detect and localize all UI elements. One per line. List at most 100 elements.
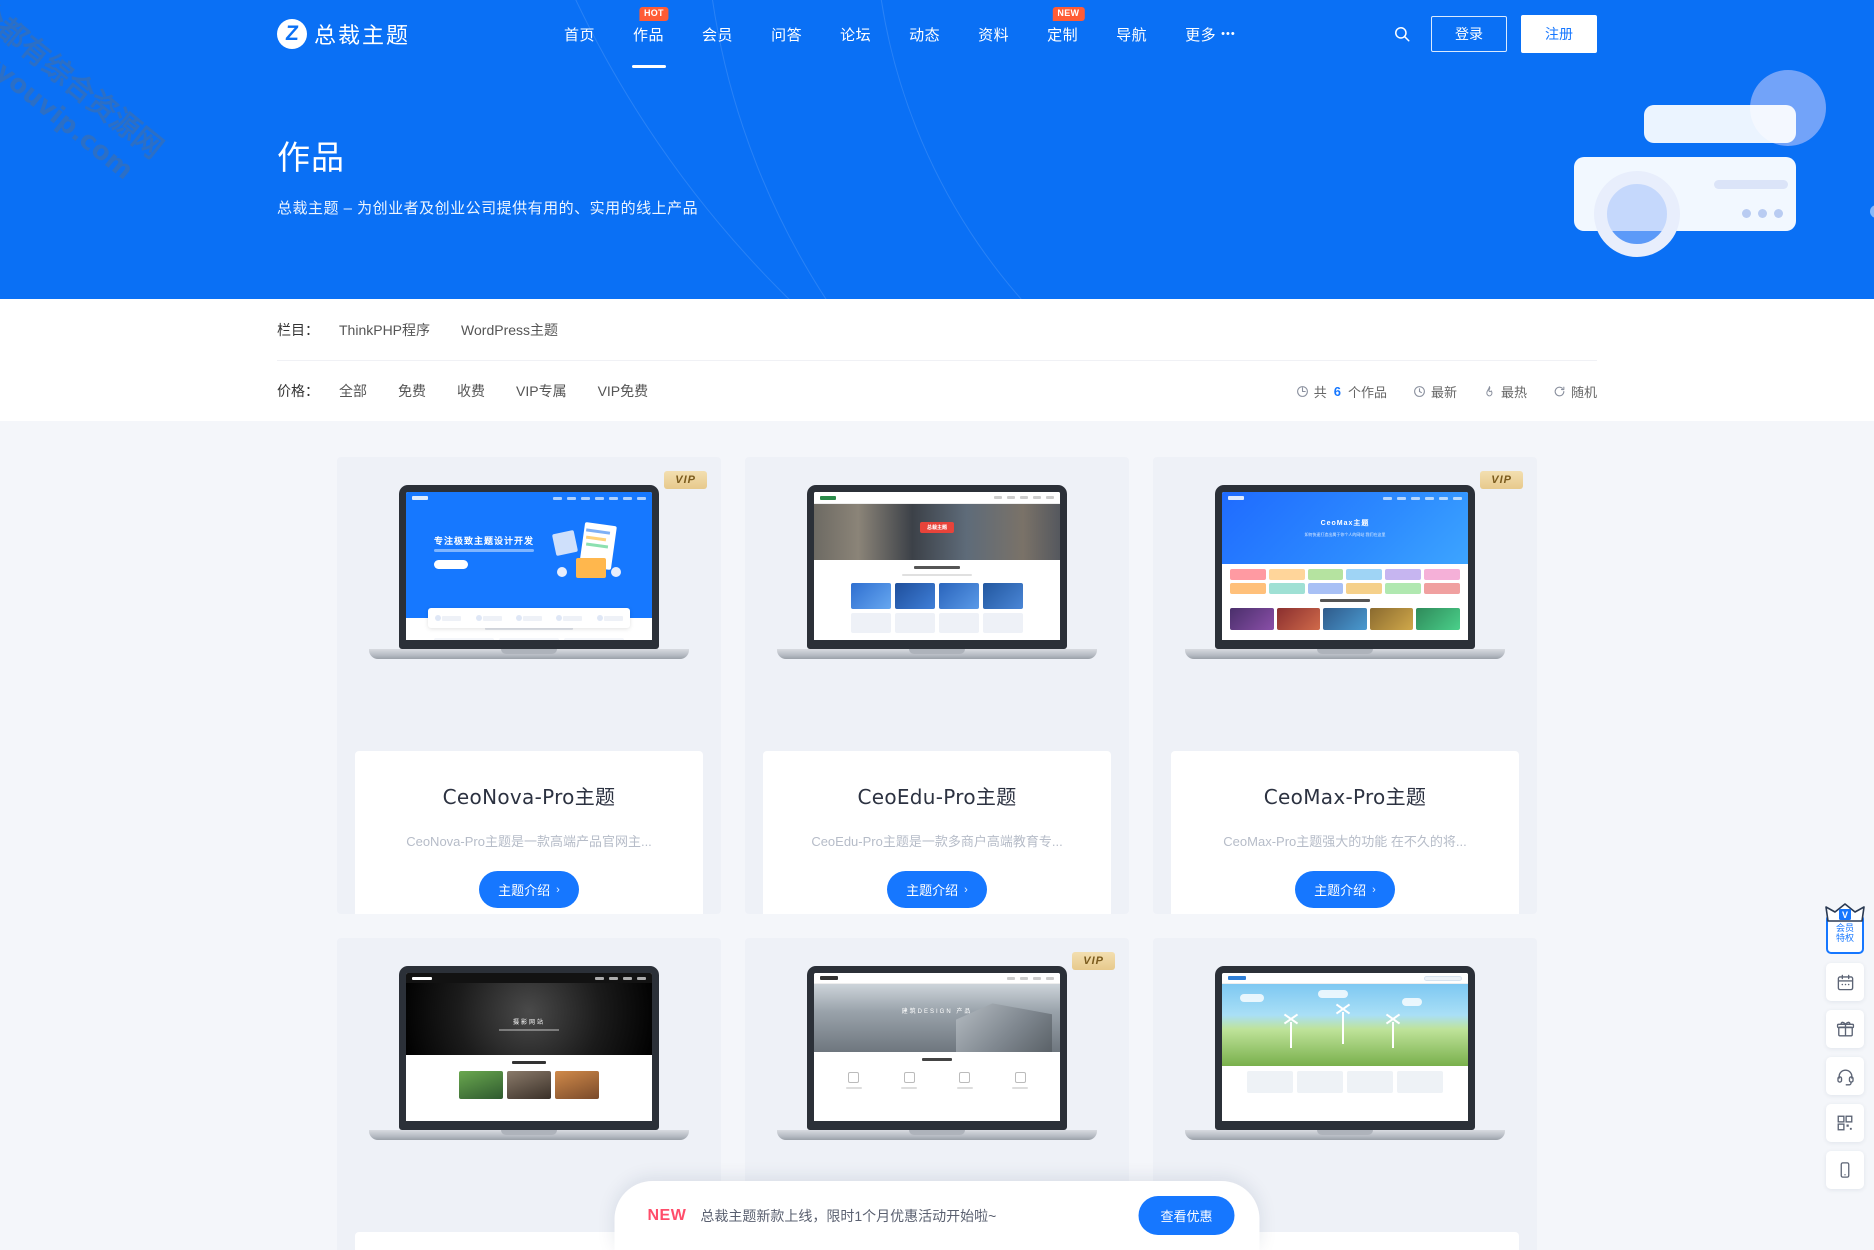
works-count: 共 6 个作品 — [1296, 382, 1387, 401]
nav-label: 首页 — [564, 26, 596, 44]
sidetool-mobile[interactable] — [1826, 1151, 1864, 1189]
filter-label-category: 栏目： — [277, 321, 319, 338]
card-title: CeoNova-Pro主题 — [442, 785, 616, 809]
register-button[interactable]: 注册 — [1521, 15, 1597, 53]
search-icon[interactable] — [1387, 19, 1417, 49]
filter-label-price: 价格： — [277, 383, 319, 399]
view-promo-button[interactable]: 查看优惠 — [1138, 1196, 1235, 1235]
card-description: CeoMax-Pro主题强大的功能 在不久的将... — [1223, 834, 1467, 849]
count-prefix: 共 — [1313, 384, 1327, 400]
preview-mockup: 摄影网站 — [355, 966, 703, 1159]
nav-item-qa[interactable]: 问答 — [752, 0, 821, 68]
nav-item-member[interactable]: 会员 — [683, 0, 752, 68]
page-subtitle: 总裁主题 – 为创业者及创业公司提供有用的、实用的线上产品 — [277, 200, 699, 217]
gift-icon — [1836, 1021, 1854, 1037]
sort-controls: 共 6 个作品 最新 最热 随机 — [1296, 382, 1597, 401]
refresh-icon — [1554, 386, 1565, 396]
sort-label: 随机 — [1570, 384, 1597, 400]
nav-item-forum[interactable]: 论坛 — [821, 0, 890, 68]
nav-badge-new: NEW — [1052, 7, 1085, 21]
vip-label-line2: 特权 — [1835, 934, 1854, 944]
nav-menu: 首页 HOT 作品 会员 问答 论坛 动态 资料 NEW 定制 导航 更多 ••… — [545, 0, 1255, 68]
more-dots-icon: ••• — [1221, 28, 1236, 40]
nav-badge-hot: HOT — [638, 7, 669, 21]
filter-option-wordpress[interactable]: WordPress主题 — [461, 320, 558, 340]
preview-mockup — [1171, 966, 1519, 1159]
nav-label: 导航 — [1116, 26, 1148, 44]
promo-notice-bar: NEW 总裁主题新款上线，限时1个月优惠活动开始啦~ 查看优惠 — [614, 1181, 1260, 1250]
filter-option-vip-free[interactable]: VIP免费 — [598, 381, 649, 401]
nav-label: 会员 — [702, 26, 734, 44]
vip-label-line1: 会员 — [1835, 924, 1854, 934]
clock-icon — [1414, 385, 1425, 397]
vip-badge: VIP — [1072, 952, 1115, 970]
nav-actions: 登录 注册 — [1387, 15, 1597, 53]
mock-subtitle: 如何快速打造出属于你个人的网站 我们在这里 — [1304, 532, 1386, 537]
page-title: 作品 — [277, 138, 345, 177]
filter-option-thinkphp[interactable]: ThinkPHP程序 — [339, 320, 430, 340]
calendar-icon — [1837, 974, 1853, 990]
nav-label: 定制 — [1047, 26, 1079, 44]
theme-intro-button[interactable]: 主题介绍 › — [1295, 871, 1395, 908]
phone-icon — [1840, 1162, 1850, 1178]
svg-text:V: V — [1842, 910, 1848, 920]
nav-item-navigation[interactable]: 导航 — [1097, 0, 1166, 68]
nav-label: 问答 — [771, 26, 803, 44]
work-card[interactable]: VIP CeoMax主题 如何快速打造出属于你个人的网站 我们在这里 CeoMa… — [1153, 457, 1537, 914]
vip-badge: VIP — [664, 471, 707, 489]
card-title: CeoEdu-Pro主题 — [857, 785, 1017, 809]
mock-title: 建筑DESIGN 产品 — [901, 1009, 973, 1015]
chevron-right-icon: › — [1372, 883, 1376, 896]
sidetool-gift[interactable] — [1826, 1010, 1864, 1048]
sidetool-support[interactable] — [1826, 1057, 1864, 1095]
z-logo-icon — [277, 19, 307, 49]
nav-item-docs[interactable]: 资料 — [959, 0, 1028, 68]
sidetool-vip-privilege[interactable]: V 会员 特权 — [1825, 903, 1865, 954]
sort-newest[interactable]: 最新 — [1413, 382, 1457, 401]
mock-title: 专注极致主题设计开发 — [434, 536, 535, 546]
qrcode-icon — [1837, 1115, 1853, 1131]
mock-title: CeoMax主题 — [1320, 520, 1370, 527]
sort-label: 最新 — [1430, 384, 1457, 400]
filter-option-vip-only[interactable]: VIP专属 — [516, 381, 567, 401]
work-card[interactable]: VIP 专注极致主题设计开发 CeoNova-Pro主题 CeoNova-Pro… — [337, 457, 721, 914]
button-label: 主题介绍 — [498, 883, 551, 898]
nav-label: 资料 — [978, 26, 1010, 44]
theme-intro-button[interactable]: 主题介绍 › — [887, 871, 987, 908]
page-root: 全都有综合资源网 douyouvip.com 总裁主题 — [0, 0, 1874, 1250]
sort-random[interactable]: 随机 — [1553, 382, 1597, 401]
works-grid-section: VIP 专注极致主题设计开发 CeoNova-Pro主题 CeoNova-Pro… — [0, 421, 1874, 1250]
sidetool-calendar[interactable] — [1826, 963, 1864, 1001]
card-description: CeoEdu-Pro主题是一款多商户高端教育专... — [811, 834, 1063, 849]
nav-item-works[interactable]: HOT 作品 — [614, 0, 683, 68]
work-card[interactable]: 总裁主题 CeoEdu-Pro主题 CeoEdu-Pro主题是一款多商户高端教育… — [745, 457, 1129, 914]
headset-icon — [1836, 1069, 1854, 1085]
filter-row-price: 价格： 全部 免费 收费 VIP专属 VIP免费 共 6 个作品 最新 最热 随… — [277, 360, 1597, 421]
sidetool-qrcode[interactable] — [1826, 1104, 1864, 1142]
floating-toolbar: V 会员 特权 — [1825, 903, 1865, 1189]
preview-mockup: 建筑DESIGN 产品 — [763, 966, 1111, 1159]
nav-item-more[interactable]: 更多 ••• — [1166, 0, 1255, 68]
crown-icon: V — [1825, 903, 1865, 922]
card-body: CeoEdu-Pro主题 CeoEdu-Pro主题是一款多商户高端教育专... … — [763, 751, 1111, 914]
sort-label: 最热 — [1500, 384, 1527, 400]
nav-item-news[interactable]: 动态 — [890, 0, 959, 68]
nav-item-home[interactable]: 首页 — [545, 0, 614, 68]
sort-hottest[interactable]: 最热 — [1483, 382, 1527, 401]
chevron-right-icon: › — [556, 883, 560, 896]
navbar: 总裁主题 首页 HOT 作品 会员 问答 — [0, 0, 1874, 68]
filter-row-category: 栏目： ThinkPHP程序 WordPress主题 — [277, 299, 1597, 360]
button-label: 主题介绍 — [906, 883, 959, 898]
site-logo[interactable]: 总裁主题 — [277, 18, 410, 50]
nav-item-custom[interactable]: NEW 定制 — [1028, 0, 1097, 68]
filter-option-paid[interactable]: 收费 — [457, 381, 485, 401]
button-label: 主题介绍 — [1314, 883, 1367, 898]
filter-option-all[interactable]: 全部 — [339, 381, 367, 401]
filter-bar: 栏目： ThinkPHP程序 WordPress主题 价格： 全部 免费 收费 … — [0, 299, 1874, 421]
flame-icon — [1486, 385, 1493, 396]
preview-mockup: 专注极致主题设计开发 — [355, 485, 703, 678]
hero-content: 作品 总裁主题 – 为创业者及创业公司提供有用的、实用的线上产品 — [277, 131, 1597, 218]
theme-intro-button[interactable]: 主题介绍 › — [479, 871, 579, 908]
login-button[interactable]: 登录 — [1431, 16, 1507, 52]
filter-option-free[interactable]: 免费 — [398, 381, 426, 401]
